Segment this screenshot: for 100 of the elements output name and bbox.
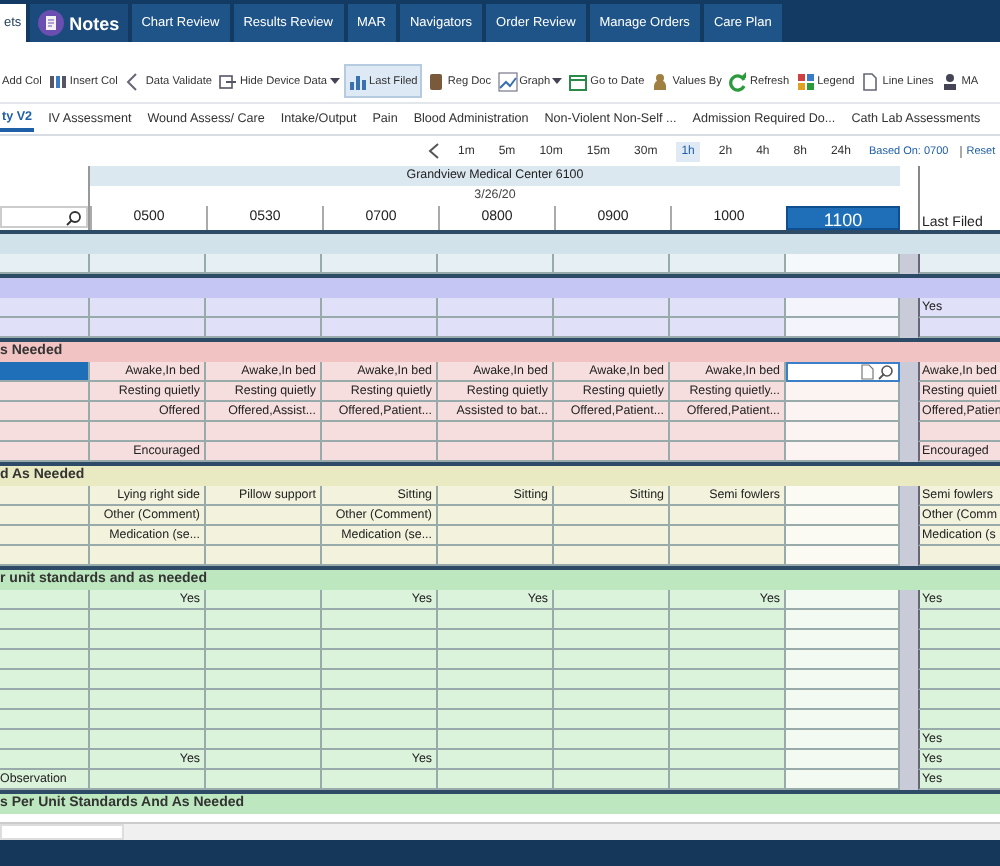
table-cell[interactable] — [90, 298, 206, 318]
table-cell[interactable] — [554, 770, 670, 790]
row-label[interactable] — [0, 670, 90, 690]
table-cell[interactable] — [206, 750, 322, 770]
table-cell[interactable] — [786, 402, 900, 422]
table-cell[interactable] — [322, 650, 438, 670]
table-cell[interactable] — [554, 254, 670, 274]
table-cell[interactable] — [786, 486, 900, 506]
table-cell[interactable] — [322, 730, 438, 750]
table-cell[interactable] — [438, 254, 554, 274]
table-cell[interactable] — [90, 710, 206, 730]
table-cell[interactable] — [786, 422, 900, 442]
table-cell[interactable] — [670, 690, 786, 710]
table-cell[interactable] — [438, 298, 554, 318]
table-cell[interactable] — [438, 630, 554, 650]
row-label[interactable] — [0, 526, 90, 546]
horizontal-scrollbar[interactable] — [0, 822, 1000, 840]
row-label[interactable] — [0, 506, 90, 526]
table-cell[interactable] — [206, 770, 322, 790]
table-cell[interactable] — [554, 442, 670, 462]
cell-input-field[interactable] — [786, 362, 900, 382]
table-cell[interactable] — [554, 650, 670, 670]
table-cell[interactable] — [554, 422, 670, 442]
table-cell[interactable] — [438, 422, 554, 442]
section-header[interactable] — [0, 230, 1000, 254]
table-cell[interactable] — [786, 690, 900, 710]
table-cell[interactable] — [206, 546, 322, 566]
table-cell[interactable] — [554, 730, 670, 750]
table-cell[interactable] — [670, 650, 786, 670]
table-cell[interactable] — [322, 670, 438, 690]
row-label[interactable] — [0, 650, 90, 670]
table-cell[interactable] — [786, 506, 900, 526]
table-cell[interactable] — [90, 318, 206, 338]
table-cell[interactable] — [90, 630, 206, 650]
table-cell[interactable] — [554, 670, 670, 690]
table-cell[interactable] — [786, 298, 900, 318]
table-cell[interactable] — [554, 610, 670, 630]
row-label[interactable] — [0, 254, 90, 274]
table-cell[interactable] — [786, 526, 900, 546]
table-cell[interactable] — [322, 442, 438, 462]
row-label[interactable] — [0, 710, 90, 730]
table-cell[interactable] — [90, 730, 206, 750]
table-cell[interactable] — [670, 298, 786, 318]
table-cell[interactable] — [670, 670, 786, 690]
row-label[interactable] — [0, 362, 90, 382]
table-cell[interactable] — [786, 382, 900, 402]
table-cell[interactable] — [670, 442, 786, 462]
table-cell[interactable] — [438, 546, 554, 566]
table-cell[interactable] — [786, 318, 900, 338]
table-cell[interactable] — [322, 318, 438, 338]
section-header[interactable] — [0, 274, 1000, 298]
table-cell[interactable] — [670, 630, 786, 650]
table-cell[interactable] — [90, 422, 206, 442]
table-cell[interactable] — [786, 254, 900, 274]
table-cell[interactable] — [438, 730, 554, 750]
table-cell[interactable] — [786, 590, 900, 610]
table-cell[interactable] — [670, 506, 786, 526]
table-cell[interactable] — [438, 670, 554, 690]
table-cell[interactable] — [322, 690, 438, 710]
table-cell[interactable] — [786, 442, 900, 462]
table-cell[interactable] — [670, 254, 786, 274]
table-cell[interactable] — [322, 770, 438, 790]
table-cell[interactable] — [786, 670, 900, 690]
table-cell[interactable] — [438, 526, 554, 546]
table-cell[interactable] — [206, 254, 322, 274]
table-cell[interactable] — [670, 610, 786, 630]
table-cell[interactable] — [438, 442, 554, 462]
row-label[interactable] — [0, 546, 90, 566]
table-cell[interactable] — [670, 750, 786, 770]
table-cell[interactable] — [438, 318, 554, 338]
table-cell[interactable] — [206, 690, 322, 710]
table-cell[interactable] — [90, 650, 206, 670]
row-label[interactable] — [0, 318, 90, 338]
table-cell[interactable] — [438, 690, 554, 710]
table-cell[interactable] — [90, 690, 206, 710]
table-cell[interactable] — [786, 770, 900, 790]
table-cell[interactable] — [438, 770, 554, 790]
table-cell[interactable] — [90, 770, 206, 790]
table-cell[interactable] — [554, 710, 670, 730]
table-cell[interactable] — [786, 710, 900, 730]
table-cell[interactable] — [90, 610, 206, 630]
table-cell[interactable] — [438, 506, 554, 526]
table-cell[interactable] — [438, 650, 554, 670]
table-cell[interactable] — [438, 710, 554, 730]
table-cell[interactable] — [554, 506, 670, 526]
table-cell[interactable] — [786, 630, 900, 650]
table-cell[interactable] — [554, 526, 670, 546]
table-cell[interactable] — [90, 546, 206, 566]
table-cell[interactable] — [322, 710, 438, 730]
table-cell[interactable] — [554, 690, 670, 710]
row-label[interactable] — [0, 486, 90, 506]
nav-tab[interactable]: Notes — [29, 4, 128, 42]
table-cell[interactable] — [206, 422, 322, 442]
table-cell[interactable] — [670, 770, 786, 790]
table-cell[interactable] — [554, 318, 670, 338]
table-cell[interactable] — [438, 610, 554, 630]
table-cell[interactable] — [206, 610, 322, 630]
table-cell[interactable] — [206, 442, 322, 462]
row-label[interactable] — [0, 382, 90, 402]
row-label[interactable] — [0, 630, 90, 650]
